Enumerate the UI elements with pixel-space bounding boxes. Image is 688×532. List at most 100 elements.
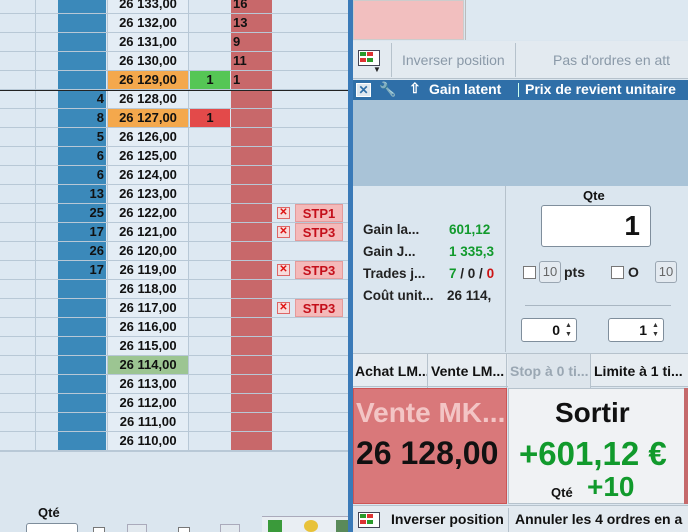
bid-volume[interactable] <box>58 413 106 431</box>
working-order[interactable] <box>295 14 343 32</box>
position-cell[interactable] <box>190 14 230 32</box>
bid-volume[interactable]: 26 <box>58 242 106 260</box>
ask-volume[interactable] <box>231 375 272 393</box>
working-order[interactable] <box>295 0 343 13</box>
position-cell[interactable] <box>190 147 230 165</box>
ladder-cell-left[interactable] <box>0 0 34 13</box>
ladder-cell-left[interactable] <box>0 299 34 317</box>
ladder-cell-left[interactable] <box>0 166 34 184</box>
ladder-row[interactable]: 26 114,00 <box>0 356 348 375</box>
ask-volume[interactable] <box>231 242 272 260</box>
wrench-icon[interactable]: 🔧 <box>379 81 396 98</box>
bottom-invert-position-button[interactable]: Inverser position <box>387 508 509 532</box>
cancel-cell[interactable]: ✕ <box>273 299 293 317</box>
ladder-cell-left[interactable] <box>0 261 34 279</box>
position-cell[interactable]: 1 <box>190 109 230 127</box>
price-level[interactable]: 26 118,00 <box>107 280 189 298</box>
working-order[interactable] <box>295 185 343 203</box>
price-level[interactable]: 26 133,00 <box>107 0 189 13</box>
ask-volume[interactable]: 13 <box>231 14 272 32</box>
cancel-all-orders-button[interactable]: Annuler les 4 ordres en a <box>511 508 686 532</box>
ladder-cell-left[interactable] <box>0 242 34 260</box>
ladder-row[interactable]: 8 26 127,00 1 <box>0 109 348 128</box>
price-level[interactable]: 26 117,00 <box>107 299 189 317</box>
pts-value-box[interactable]: 10 <box>539 261 561 283</box>
ladder-cell-left[interactable] <box>0 185 34 203</box>
exit-position-button[interactable]: Sortir +601,12 € Qté +10 <box>508 388 688 504</box>
price-level[interactable]: 26 119,00 <box>107 261 189 279</box>
ask-volume[interactable] <box>231 90 272 108</box>
ladder-cell-left[interactable] <box>0 109 34 127</box>
bid-volume[interactable]: 5 <box>58 128 106 146</box>
position-cell[interactable] <box>190 33 230 51</box>
ladder-cell-left[interactable] <box>0 14 34 32</box>
ladder-row[interactable]: 26 133,00 16 <box>0 0 348 14</box>
invert-position-button[interactable]: Inverser position <box>391 43 516 77</box>
ask-volume[interactable] <box>231 223 272 241</box>
working-order[interactable] <box>295 52 343 70</box>
bid-volume[interactable] <box>58 52 106 70</box>
o-value-box[interactable]: 10 <box>655 261 677 283</box>
price-level[interactable]: 26 115,00 <box>107 337 189 355</box>
ladder-cell-left[interactable] <box>0 413 34 431</box>
working-order[interactable] <box>295 337 343 355</box>
working-order[interactable]: STP3 <box>295 261 343 279</box>
position-cell[interactable] <box>190 318 230 336</box>
ladder-row[interactable]: 26 111,00 <box>0 413 348 432</box>
ladder-row[interactable]: 26 117,00 ✕ STP3 <box>0 299 348 318</box>
bid-volume[interactable] <box>58 71 106 89</box>
working-order[interactable] <box>295 242 343 260</box>
bottom-checkbox-1[interactable] <box>93 527 105 532</box>
bid-volume[interactable] <box>58 394 106 412</box>
cancel-cell[interactable]: ✕ <box>273 261 293 279</box>
ladder-cell-left[interactable] <box>0 71 34 89</box>
working-order[interactable] <box>295 90 343 108</box>
ask-volume[interactable] <box>231 356 272 374</box>
ask-volume[interactable] <box>231 147 272 165</box>
ladder-row[interactable]: 5 26 126,00 <box>0 128 348 147</box>
price-level[interactable]: 26 114,00 <box>107 356 189 374</box>
sell-market-button[interactable]: Vente MK... 26 128,00 <box>353 388 507 504</box>
price-level[interactable]: 26 132,00 <box>107 14 189 32</box>
ask-volume[interactable]: 11 <box>231 52 272 70</box>
position-cell[interactable] <box>190 223 230 241</box>
price-level[interactable]: 26 124,00 <box>107 166 189 184</box>
working-order[interactable] <box>295 147 343 165</box>
price-level[interactable]: 26 128,00 <box>107 90 189 108</box>
buy-market-edge[interactable] <box>684 388 688 504</box>
bid-volume[interactable]: 13 <box>58 185 106 203</box>
position-cell[interactable] <box>190 0 230 13</box>
position-cell[interactable] <box>190 337 230 355</box>
price-level[interactable]: 26 122,00 <box>107 204 189 222</box>
price-level[interactable]: 26 110,00 <box>107 432 189 450</box>
ask-volume[interactable] <box>231 299 272 317</box>
bulb-icon[interactable] <box>304 520 318 532</box>
no-pending-orders-button[interactable]: Pas d'ordres en att <box>543 43 680 77</box>
bid-volume[interactable]: 17 <box>58 261 106 279</box>
working-order[interactable] <box>295 356 343 374</box>
position-cell[interactable] <box>190 356 230 374</box>
ladder-row[interactable]: 26 110,00 <box>0 432 348 451</box>
price-level[interactable]: 26 120,00 <box>107 242 189 260</box>
ladder-row[interactable]: 13 26 123,00 <box>0 185 348 204</box>
bid-volume[interactable] <box>58 299 106 317</box>
ladder-row[interactable]: 26 132,00 13 <box>0 14 348 33</box>
working-order[interactable]: STP3 <box>295 299 343 317</box>
ladder-row[interactable]: 25 26 122,00 ✕ STP1 <box>0 204 348 223</box>
ladder-row[interactable]: 26 112,00 <box>0 394 348 413</box>
bid-volume[interactable] <box>58 356 106 374</box>
ladder-row[interactable]: 17 26 121,00 ✕ STP3 <box>0 223 348 242</box>
price-level[interactable]: 26 121,00 <box>107 223 189 241</box>
ask-volume[interactable] <box>231 432 272 450</box>
working-order[interactable] <box>295 33 343 51</box>
ladder-row[interactable]: 26 115,00 <box>0 337 348 356</box>
price-level[interactable]: 26 131,00 <box>107 33 189 51</box>
ladder-cell-left[interactable] <box>0 432 34 450</box>
bottom-mini-box-1[interactable] <box>127 524 147 532</box>
bid-volume[interactable] <box>58 432 106 450</box>
price-level[interactable]: 26 130,00 <box>107 52 189 70</box>
ask-volume[interactable] <box>231 337 272 355</box>
bottom-qty-input[interactable] <box>26 523 78 532</box>
ladder-row[interactable]: 26 26 120,00 <box>0 242 348 261</box>
chart-icon[interactable] <box>268 520 282 532</box>
